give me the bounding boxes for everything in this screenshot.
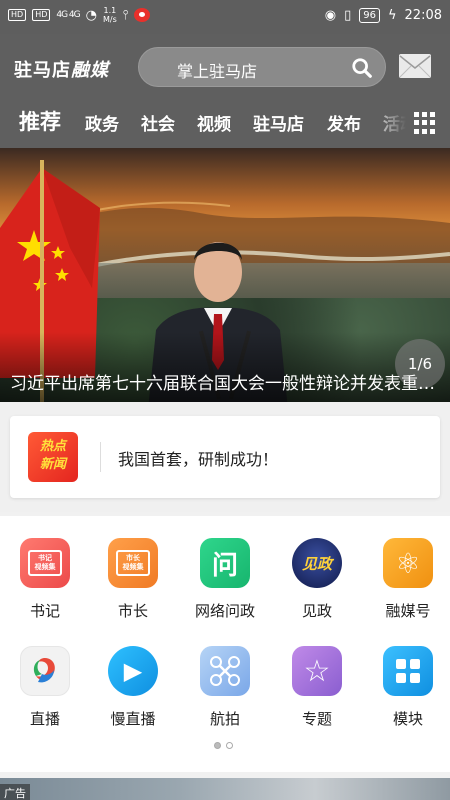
- eye-icon: ◉: [324, 8, 337, 23]
- logo-script: 融媒: [71, 60, 109, 81]
- app-logo: 驻马店融媒: [14, 56, 109, 82]
- grid-label: 模块: [392, 710, 423, 728]
- wifi-icon: ◔: [85, 7, 97, 23]
- hd-badge-2: HD: [32, 9, 51, 21]
- news-banner[interactable]: 1/6 习近平出席第七十六届联合国大会一般性辩论并发表重要讲话: [0, 148, 450, 402]
- mail-icon[interactable]: [398, 53, 432, 79]
- grid-label: 市长: [117, 602, 148, 620]
- atom-icon: ⚛: [383, 538, 433, 588]
- grid-pager: [214, 742, 233, 749]
- banner-title[interactable]: 习近平出席第七十六届联合国大会一般性辩论并发表重要讲话: [10, 369, 450, 394]
- grid-label: 书记: [29, 602, 60, 620]
- tab-release[interactable]: 发布: [327, 110, 361, 135]
- hot-news-card[interactable]: 热点 新闻 我国首套，研制成功！: [10, 416, 440, 498]
- jianzheng-logo-icon: 见政: [292, 538, 342, 588]
- grid-item-online-inquiry[interactable]: 问 网络问政: [180, 538, 270, 638]
- grid-label: 直播: [29, 710, 60, 728]
- grid-item-slow-live[interactable]: ▶ 慢直播: [88, 646, 178, 746]
- grid-item-secretary[interactable]: 书记 视频集 书记: [0, 538, 90, 638]
- clock: 22:08: [404, 8, 442, 23]
- hot-news-headline[interactable]: 我国首套，研制成功！: [118, 446, 278, 470]
- question-icon: 问: [200, 538, 250, 588]
- network-speed: 1.1 M/s: [102, 6, 117, 24]
- grid-item-media-account[interactable]: ⚛ 融媒号: [363, 538, 450, 638]
- tabs-fade: [366, 100, 406, 148]
- divider: [100, 442, 101, 472]
- status-left: HD HD 4G 4G ◔ 1.1 M/s ⫯: [8, 6, 151, 24]
- hd-badge-1: HD: [8, 9, 27, 21]
- charging-icon: ϟ: [387, 8, 397, 23]
- play-icon: ▶: [108, 646, 158, 696]
- ad-banner[interactable]: 广告: [0, 778, 450, 800]
- live-logo-icon: [20, 646, 70, 696]
- grid-item-special-topic[interactable]: ☆ 专题: [272, 646, 362, 746]
- app-header: 驻马店融媒 掌上驻马店: [0, 34, 450, 100]
- grid-item-mayor[interactable]: 市长 视频集 市长: [88, 538, 178, 638]
- vibrate-icon: ▯: [344, 8, 352, 23]
- signal-icon: 4G 4G: [56, 10, 80, 20]
- secretary-icon-text: 书记 视频集: [28, 550, 62, 576]
- grid-item-aerial[interactable]: 航拍: [180, 646, 270, 746]
- search-placeholder: 掌上驻马店: [177, 62, 258, 81]
- secretary-video-icon: 书记 视频集: [20, 538, 70, 588]
- mayor-icon-text: 市长 视频集: [116, 550, 150, 576]
- star-icon: ☆: [292, 646, 342, 696]
- modules-icon: [383, 646, 433, 696]
- grid-label: 航拍: [209, 710, 240, 728]
- mayor-video-icon: 市长 视频集: [108, 538, 158, 588]
- status-bar: HD HD 4G 4G ◔ 1.1 M/s ⫯ ◉ ▯ 96 ϟ 22:08: [0, 0, 450, 34]
- hot-news-section: 热点 新闻 我国首套，研制成功！: [0, 402, 450, 512]
- grid-label: 融媒号: [385, 602, 431, 620]
- pager-dot[interactable]: [226, 742, 233, 749]
- feature-grid: 书记 视频集 书记 市长 视频集 市长 问 网络问政 见政 见政 ⚛ 融媒号 直…: [0, 516, 450, 772]
- tab-recommend[interactable]: 推荐: [19, 106, 61, 136]
- grid-label: 网络问政: [194, 602, 255, 620]
- tab-government[interactable]: 政务: [85, 110, 119, 135]
- status-right: ◉ ▯ 96 ϟ 22:08: [325, 8, 442, 23]
- grid-menu-icon[interactable]: [414, 112, 436, 134]
- tab-zhumadian[interactable]: 驻马店: [253, 110, 304, 135]
- tab-society[interactable]: 社会: [141, 110, 175, 135]
- grid-item-live[interactable]: 直播: [0, 646, 90, 746]
- weibo-icon: [134, 8, 151, 22]
- tab-video[interactable]: 视频: [197, 110, 231, 135]
- drone-icon: [200, 646, 250, 696]
- logo-text: 驻马店: [14, 60, 71, 81]
- grid-item-jianzheng[interactable]: 见政 见政: [272, 538, 362, 638]
- ad-label: 广告: [0, 784, 30, 800]
- grid-label: 慢直播: [110, 710, 156, 728]
- usb-icon: ⫯: [122, 7, 129, 23]
- battery-icon: 96: [359, 8, 380, 23]
- category-tabs: 推荐 政务 社会 视频 驻马店 发布 活动: [0, 100, 450, 148]
- search-icon[interactable]: [351, 57, 373, 79]
- grid-label: 见政: [301, 602, 332, 620]
- grid-item-modules[interactable]: 模块: [363, 646, 450, 746]
- hot-news-badge: 热点 新闻: [28, 432, 78, 482]
- grid-label: 专题: [301, 710, 332, 728]
- pager-dot-active[interactable]: [214, 742, 221, 749]
- search-bar[interactable]: 掌上驻马店: [138, 47, 386, 87]
